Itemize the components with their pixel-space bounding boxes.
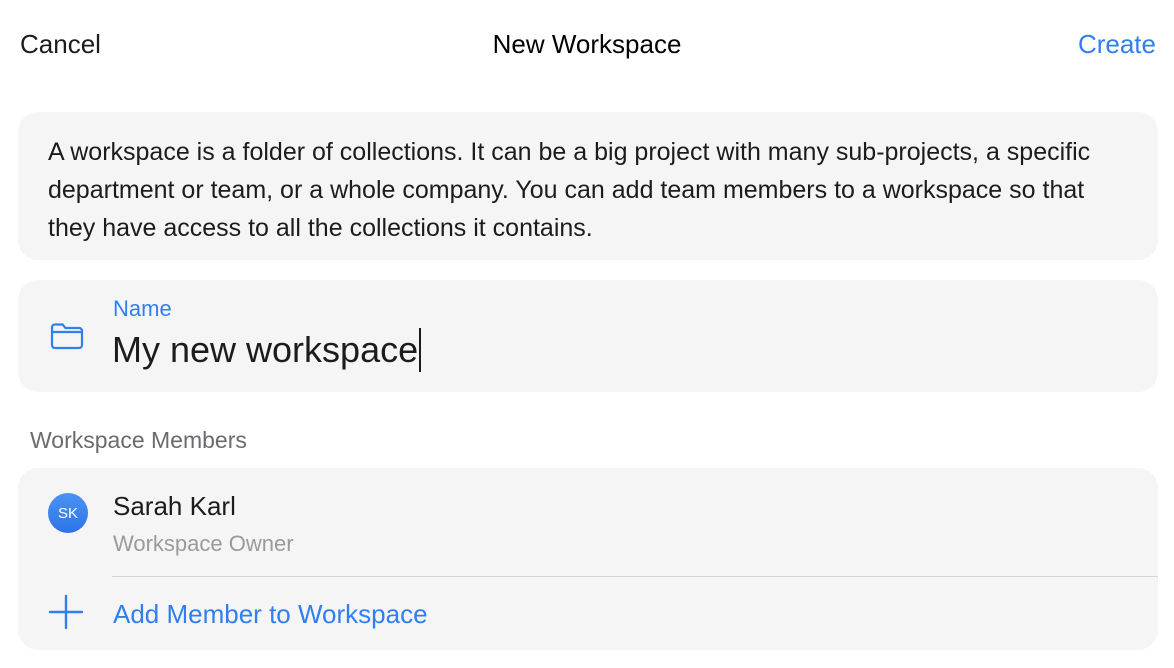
create-button[interactable]: Create (1078, 29, 1156, 60)
page-title: New Workspace (492, 29, 682, 59)
members-card: SK Sarah Karl Workspace Owner Add Member… (18, 468, 1158, 650)
text-cursor (419, 328, 422, 372)
member-name: Sarah Karl (113, 491, 236, 521)
description-text: A workspace is a folder of collections. … (48, 138, 1091, 242)
folder-icon (50, 323, 84, 350)
add-member-button[interactable]: Add Member to Workspace (18, 577, 1158, 650)
add-member-label: Add Member to Workspace (113, 599, 428, 629)
workspace-name-input[interactable]: My new workspace (112, 328, 422, 372)
member-row[interactable]: SK Sarah Karl Workspace Owner (18, 468, 1158, 576)
plus-icon (48, 594, 84, 630)
navigation-bar: Cancel New Workspace Create (0, 0, 1174, 90)
description-card: A workspace is a folder of collections. … (18, 112, 1158, 260)
avatar: SK (48, 493, 88, 533)
member-role: Workspace Owner (113, 531, 294, 556)
workspace-name-value: My new workspace (112, 329, 419, 370)
name-field-label: Name (113, 296, 172, 321)
members-section-title: Workspace Members (30, 427, 247, 453)
name-field-card[interactable]: Name My new workspace (18, 280, 1158, 392)
